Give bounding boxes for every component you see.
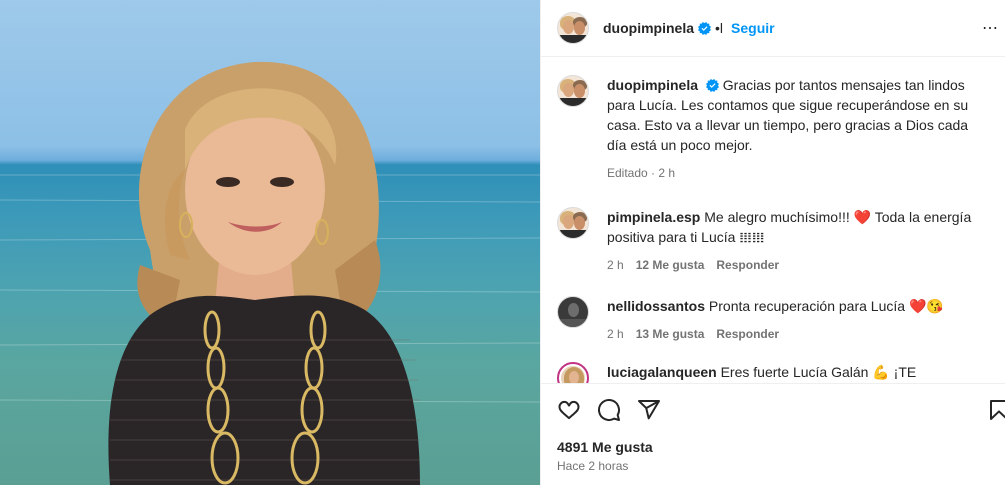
paper-plane-icon[interactable] <box>637 398 661 422</box>
heart-kiss-emoji: ❤️😘 <box>908 298 944 314</box>
bookmark-icon[interactable] <box>987 398 1005 422</box>
heart-emoji: ❤️ <box>853 209 872 225</box>
comment-item: pimpinela.esp Me alegro muchísimo!!! ❤️ … <box>541 183 1005 275</box>
post-side-panel: duopimpinela •l Seguir ⋯ duopimpinela Gr… <box>540 0 1005 485</box>
commenter-avatar[interactable] <box>557 362 589 384</box>
commenter-avatar[interactable] <box>557 207 589 239</box>
author-username[interactable]: duopimpinela <box>603 20 694 36</box>
more-options-icon[interactable]: ⋯ <box>982 18 999 38</box>
post-timestamp[interactable]: Hace 2 horas <box>557 459 628 473</box>
post-photo[interactable] <box>0 0 540 485</box>
post-actions: 4891 Me gusta Hace 2 horas <box>541 383 1005 485</box>
header-separator: •l <box>715 20 724 36</box>
comment-item: nellidossantos Pronta recuperación para … <box>541 275 1005 344</box>
verified-badge-icon <box>705 79 719 92</box>
caption-meta: Editado · 2 h <box>607 166 676 180</box>
caption-item: duopimpinela Gracias por tantos mensajes… <box>541 58 1005 183</box>
verified-badge-icon <box>698 21 711 35</box>
caption-username[interactable]: duopimpinela <box>607 77 698 93</box>
post-header: duopimpinela •l Seguir ⋯ <box>541 0 1005 57</box>
comment-time[interactable]: 2 h <box>607 324 624 344</box>
comment-item: luciagalanqueen Eres fuerte Lucía Galán … <box>541 344 1005 384</box>
photo-illustration <box>0 61 540 485</box>
follow-button[interactable]: Seguir <box>731 20 775 36</box>
comment-text: Pronta recuperación para Lucía <box>705 298 909 314</box>
author-avatar[interactable] <box>557 12 589 44</box>
commenter-username[interactable]: luciagalanqueen <box>607 364 717 380</box>
caption-avatar[interactable] <box>557 75 589 107</box>
likes-count[interactable]: 4891 Me gusta <box>557 439 653 455</box>
comment-time[interactable]: 2 h <box>607 255 624 275</box>
reply-button[interactable]: Responder <box>716 255 779 275</box>
commenter-avatar[interactable] <box>557 296 589 328</box>
comment-likes[interactable]: 12 Me gusta <box>636 255 705 275</box>
comment-likes[interactable]: 13 Me gusta <box>636 324 705 344</box>
comments-list[interactable]: duopimpinela Gracias por tantos mensajes… <box>541 58 1005 384</box>
heart-outline-icon[interactable] <box>557 398 581 422</box>
commenter-username[interactable]: pimpinela.esp <box>607 209 700 225</box>
comment-text: Me alegro muchísimo!!! <box>700 209 854 225</box>
comment-bubble-icon[interactable] <box>597 398 621 422</box>
commenter-username[interactable]: nellidossantos <box>607 298 705 314</box>
reply-button[interactable]: Responder <box>716 324 779 344</box>
